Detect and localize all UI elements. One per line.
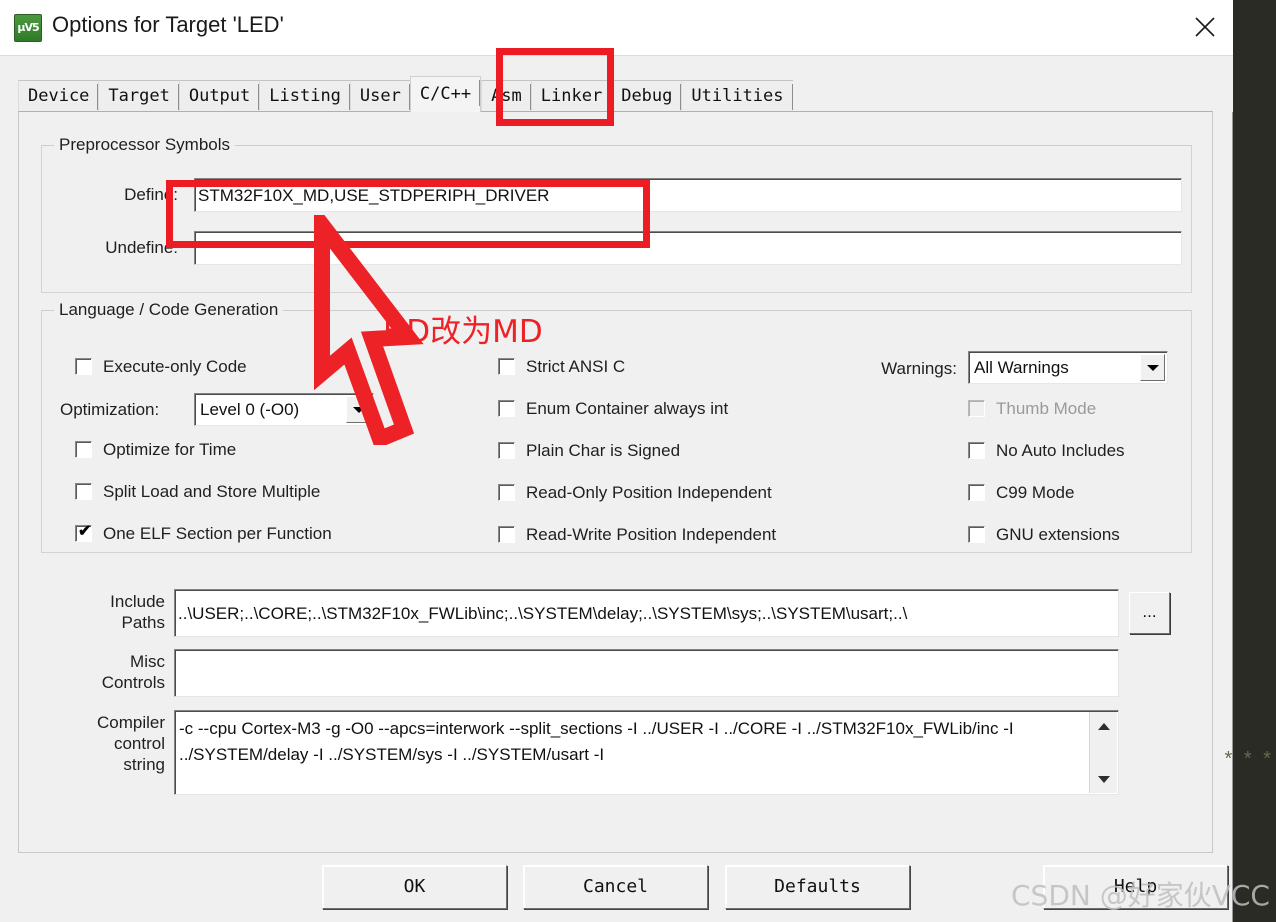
checkbox-label: Optimize for Time — [103, 440, 237, 459]
language-code-generation-group: Language / Code Generation Execute-only … — [41, 300, 1192, 553]
checkbox-label: Split Load and Store Multiple — [103, 482, 321, 501]
checkbox-label: Strict ANSI C — [526, 357, 626, 376]
tab-listing[interactable]: Listing — [259, 80, 350, 112]
define-label: Define: — [124, 185, 178, 204]
c-cpp-tab-panel: Preprocessor Symbols Define: STM32F10X_M… — [18, 111, 1213, 853]
checkbox-label: Plain Char is Signed — [526, 441, 681, 460]
include-paths-label: Include Paths — [110, 592, 165, 632]
defaults-button[interactable]: Defaults — [725, 865, 910, 909]
language-group-legend: Language / Code Generation — [54, 300, 284, 320]
checkbox-label: Read-Only Position Independent — [526, 483, 772, 502]
title-bar: μV5 Options for Target 'LED' — [0, 0, 1233, 56]
checkbox-label: C99 Mode — [996, 483, 1075, 502]
checkbox-label: GNU extensions — [996, 525, 1120, 544]
checkbox-label: Thumb Mode — [996, 399, 1097, 418]
window-title: Options for Target 'LED' — [52, 12, 284, 37]
undefine-label: Undefine: — [105, 238, 178, 257]
checkbox-box: ✔ — [75, 523, 92, 542]
scroll-up-icon[interactable] — [1090, 712, 1118, 740]
screen: * * * μV5 Options for Target 'LED' Devic… — [0, 0, 1276, 922]
checkbox-box — [498, 484, 515, 501]
checkbox-label: Read-Write Position Independent — [526, 525, 777, 544]
tab-c-cpp[interactable]: C/C++ — [409, 76, 482, 112]
checkbox-box — [968, 484, 985, 501]
undefine-input[interactable] — [194, 231, 1182, 265]
checkbox-box — [968, 526, 985, 543]
warnings-value: All Warnings — [974, 357, 1069, 377]
preprocessor-symbols-group: Preprocessor Symbols Define: STM32F10X_M… — [41, 135, 1192, 293]
checkbox-box — [498, 442, 515, 459]
checkbox-label: Execute-only Code — [103, 357, 247, 376]
options-dialog: μV5 Options for Target 'LED' Device Targ… — [0, 0, 1233, 922]
checkbox-box — [75, 483, 92, 500]
preprocessor-group-legend: Preprocessor Symbols — [54, 135, 236, 155]
tab-user[interactable]: User — [349, 80, 410, 112]
compiler-string-scrollbar[interactable] — [1089, 712, 1117, 793]
optimization-label: Optimization: — [60, 400, 160, 419]
tab-output[interactable]: Output — [178, 80, 260, 112]
keil-uvision-icon: μV5 — [14, 14, 42, 42]
tab-asm[interactable]: Asm — [481, 80, 531, 112]
tab-utilities[interactable]: Utilities — [681, 80, 793, 112]
checkbox-label: No Auto Includes — [996, 441, 1125, 460]
define-input[interactable]: STM32F10X_MD,USE_STDPERIPH_DRIVER — [194, 178, 1182, 212]
close-icon — [1195, 17, 1215, 37]
checkbox-label: One ELF Section per Function — [103, 524, 332, 543]
optimization-select[interactable]: Level 0 (-O0) — [194, 393, 374, 426]
tab-target[interactable]: Target — [98, 80, 180, 112]
optimization-value: Level 0 (-O0) — [200, 399, 300, 419]
include-paths-browse-button[interactable]: ... — [1129, 592, 1170, 634]
checkbox-box — [75, 358, 92, 375]
checkbox-box — [498, 358, 515, 375]
include-paths-input[interactable]: ..\USER;..\CORE;..\STM32F10x_FWLib\inc;.… — [174, 589, 1119, 637]
misc-controls-input[interactable] — [174, 649, 1119, 697]
compiler-control-string-textarea[interactable]: -c --cpu Cortex-M3 -g -O0 --apcs=interwo… — [174, 710, 1119, 795]
tab-list: Device Target Output Listing User C/C++ … — [18, 76, 793, 112]
tab-debug[interactable]: Debug — [611, 80, 682, 112]
tab-linker[interactable]: Linker — [530, 80, 612, 112]
check-mark-icon: ✔ — [78, 523, 92, 540]
ok-button[interactable]: OK — [322, 865, 507, 909]
checkbox-box — [968, 400, 985, 417]
warnings-select[interactable]: All Warnings — [968, 351, 1168, 384]
compiler-control-string-label: Compiler control string — [96, 713, 165, 774]
checkbox-box — [498, 400, 515, 417]
checkbox-box — [968, 442, 985, 459]
scroll-down-icon[interactable] — [1090, 765, 1118, 793]
checkbox-label: Enum Container always int — [526, 399, 729, 418]
cancel-button[interactable]: Cancel — [523, 865, 708, 909]
checkbox-box — [498, 526, 515, 543]
compiler-control-string-value: -c --cpu Cortex-M3 -g -O0 --apcs=interwo… — [179, 719, 1014, 764]
checkbox-box — [75, 441, 92, 458]
tab-device[interactable]: Device — [18, 80, 99, 112]
keil-logo-glyph: μV5 — [17, 21, 39, 34]
close-window-button[interactable] — [1177, 0, 1233, 55]
chevron-down-icon[interactable] — [346, 396, 371, 423]
chevron-down-icon[interactable] — [1140, 354, 1165, 381]
warnings-label: Warnings: — [881, 359, 957, 378]
misc-controls-label: Misc Controls — [101, 652, 165, 692]
tab-strip: Device Target Output Listing User C/C++ … — [0, 56, 1233, 112]
help-button[interactable]: Help — [1043, 865, 1228, 909]
